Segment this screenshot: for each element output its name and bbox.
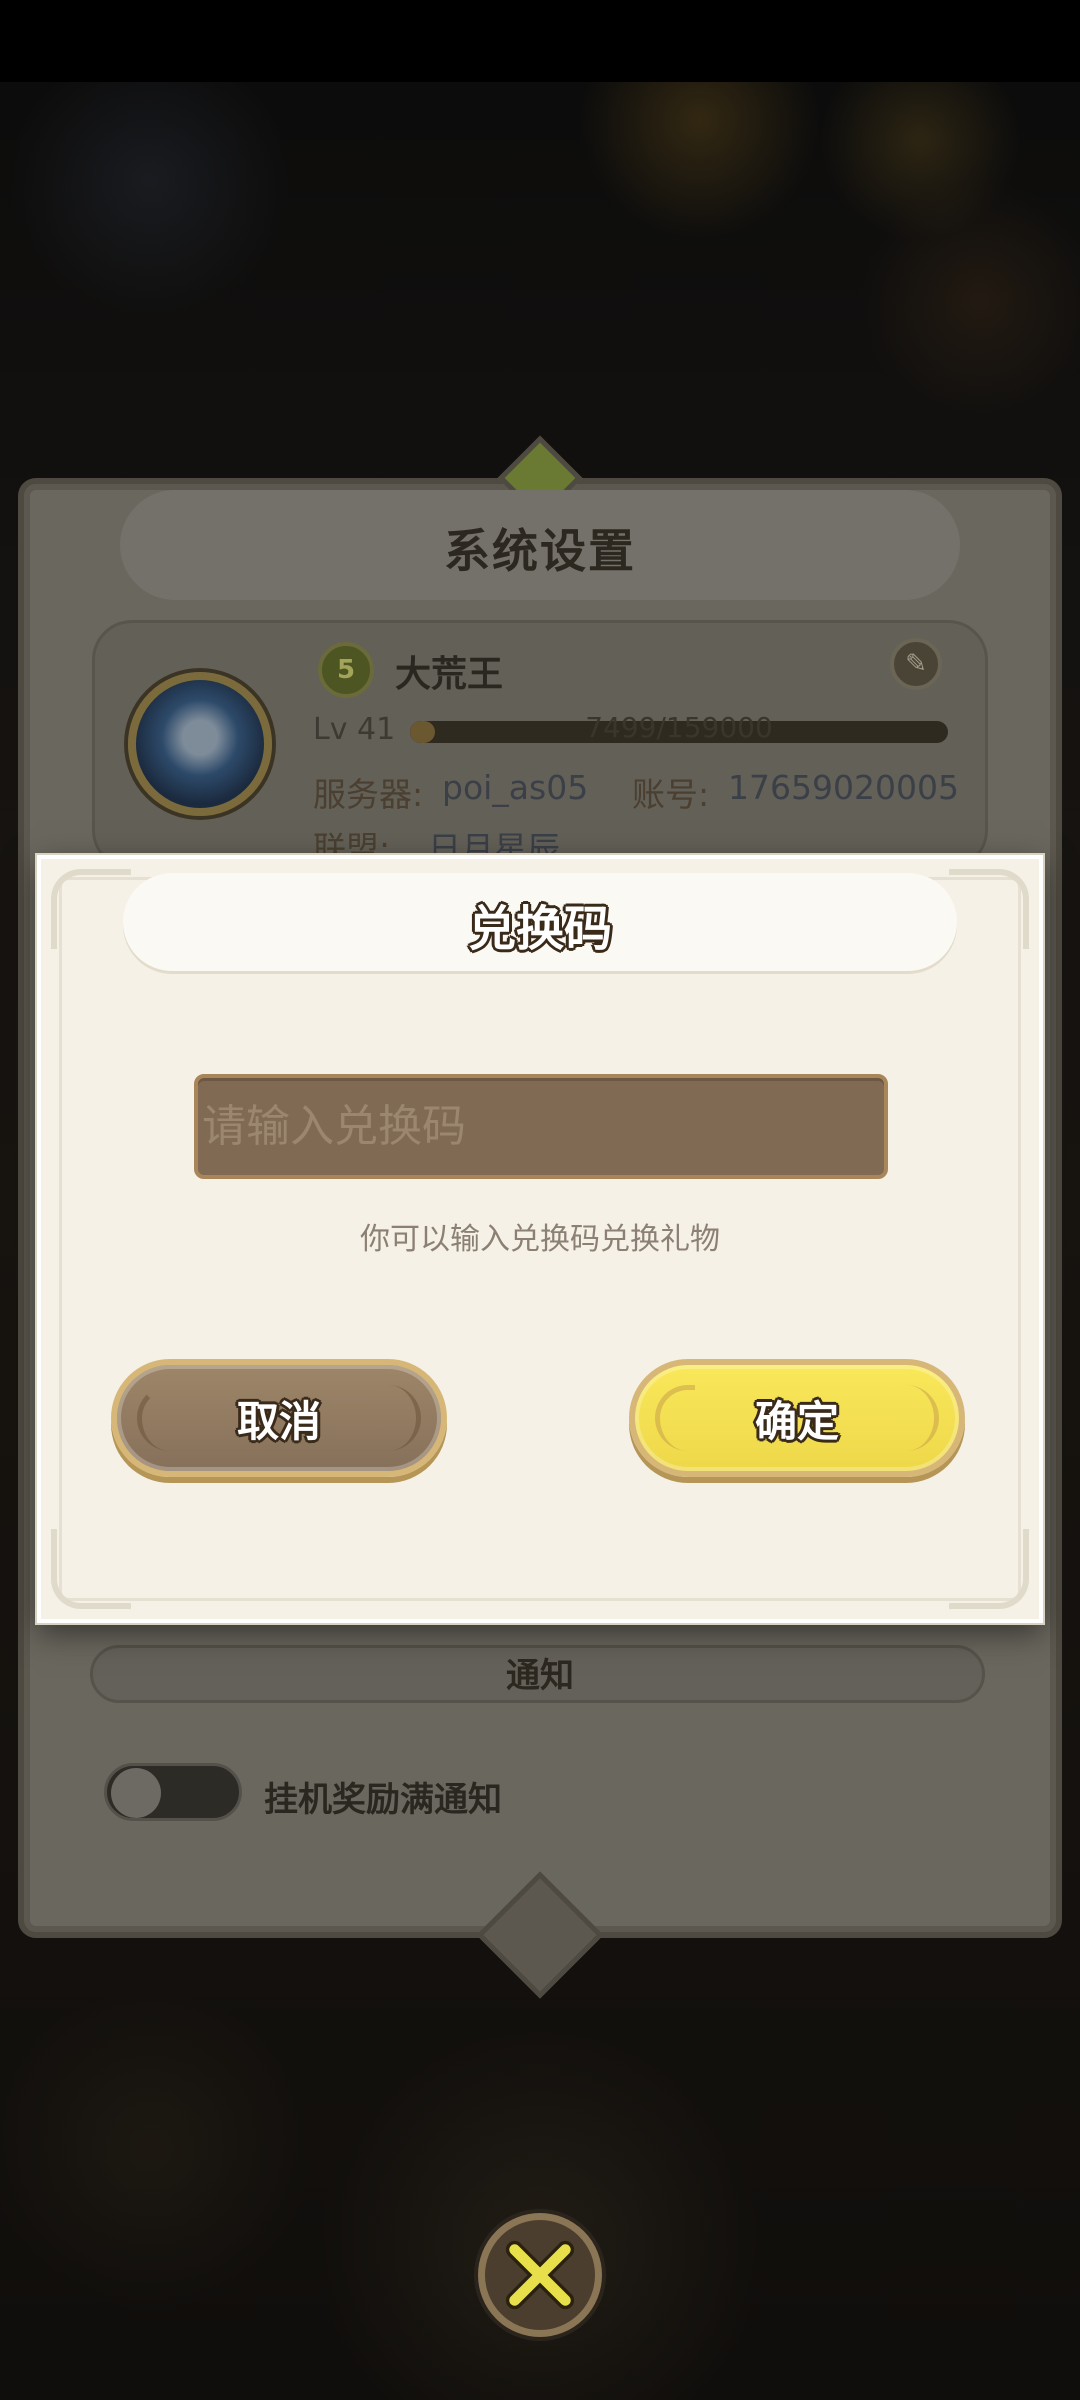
button-ornament [137, 1385, 177, 1451]
corner-ornament [51, 1529, 131, 1609]
account-label: 账号: [632, 775, 710, 814]
close-button[interactable] [478, 2213, 602, 2337]
button-ornament [381, 1385, 421, 1451]
server-value: poi_as05 [442, 768, 589, 807]
player-level: Lv 41 [313, 712, 396, 747]
rank-badge-icon: 5 [318, 642, 374, 698]
account-value: 17659020005 [728, 768, 959, 807]
redeem-code-dialog: 兑换码 你可以输入兑换码兑换礼物 取消 确定 [37, 855, 1043, 1623]
idle-reward-notify-toggle[interactable] [104, 1763, 242, 1821]
notify-title: 通知 [506, 1656, 574, 1696]
toggle-label: 挂机奖励满通知 [264, 1780, 502, 1820]
toggle-knob [111, 1768, 161, 1818]
dialog-title: 兑换码 [467, 901, 612, 957]
player-avatar[interactable] [128, 672, 272, 816]
redeem-code-input[interactable] [194, 1074, 888, 1179]
cancel-button[interactable]: 取消 [111, 1359, 447, 1477]
confirm-button-label: 确定 [754, 1396, 839, 1446]
close-x-icon [505, 2240, 575, 2310]
player-name: 大荒王 [395, 654, 504, 695]
server-label: 服务器: [313, 775, 424, 814]
button-ornament [655, 1385, 695, 1451]
corner-ornament [949, 1529, 1029, 1609]
button-ornament [899, 1385, 939, 1451]
settings-title: 系统设置 [444, 524, 636, 578]
exp-text: 7499/159000 [585, 711, 773, 744]
cancel-button-label: 取消 [236, 1396, 321, 1446]
confirm-button[interactable]: 确定 [629, 1359, 965, 1477]
redeem-hint: 你可以输入兑换码兑换礼物 [360, 1222, 720, 1257]
edit-name-feather-icon[interactable]: ✎ [890, 638, 942, 690]
status-bar [0, 0, 1080, 82]
